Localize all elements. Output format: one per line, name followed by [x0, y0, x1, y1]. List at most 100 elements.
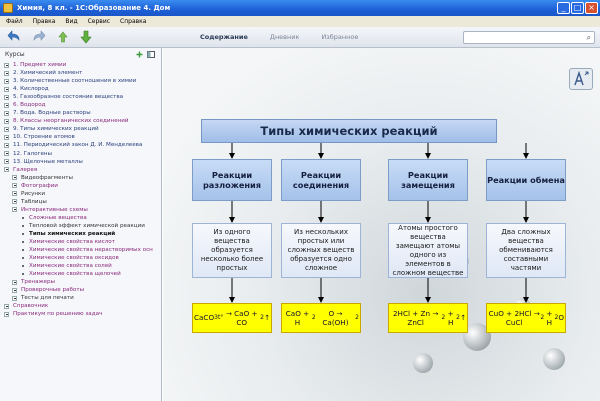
expand-toggle-icon[interactable] [12, 279, 17, 285]
bullet-icon [22, 241, 24, 244]
sidebar-item[interactable]: Химические свойства оксидов [0, 254, 161, 262]
forward-arrow-icon[interactable] [32, 30, 46, 44]
tab-contents[interactable]: Содержание [200, 33, 248, 41]
sidebar-item[interactable]: Видеофрагменты [0, 174, 161, 182]
expand-toggle-icon[interactable] [12, 175, 17, 181]
sidebar-item-label: 13. Щелочные металлы [13, 158, 83, 165]
sidebar-item[interactable]: Тесты для печати [0, 294, 161, 302]
sidebar-item-label: Рисунки [21, 190, 46, 197]
sidebar-item-label: 7. Вода. Водные растворы [13, 110, 91, 117]
green-down-arrow-icon[interactable] [79, 30, 93, 44]
menu-help[interactable]: Справка [120, 18, 146, 25]
sidebar-item[interactable]: 11. Периодический закон Д. И. Менделеева [0, 141, 161, 149]
sidebar-item[interactable]: 1. Предмет химии [0, 61, 161, 69]
sidebar-item[interactable]: 4. Кислород [0, 85, 161, 93]
add-icon[interactable] [136, 51, 143, 58]
menu-edit[interactable]: Правка [33, 18, 56, 25]
expand-toggle-icon[interactable] [4, 78, 9, 84]
sidebar-item[interactable]: 2. Химический элемент [0, 69, 161, 77]
expand-toggle-icon[interactable] [4, 110, 9, 116]
description-decomposition: Из одного вещества образуется несколько … [192, 223, 272, 278]
description-combination: Из нескольких простых или сложных вещест… [281, 223, 361, 278]
expand-toggle-icon[interactable] [4, 102, 9, 108]
sidebar-title: Курсы [5, 51, 25, 58]
title-bar: Химия, 8 кл. - 1С:Образование 4. Дом _ □… [0, 0, 600, 16]
sidebar-item[interactable]: 3. Количественные соотношения в химии [0, 77, 161, 85]
category-exchange: Реакции обмена [486, 159, 566, 201]
expand-toggle-icon[interactable] [4, 62, 9, 68]
sidebar-item[interactable]: 8. Классы неорганических соединений [0, 117, 161, 125]
bullet-icon [22, 249, 24, 252]
search-icon[interactable]: ⌕ [587, 33, 591, 43]
equation-combination: CaO + H2O → Ca(OH) 2 [281, 303, 361, 333]
expand-toggle-icon[interactable] [4, 118, 9, 124]
bullet-icon [22, 257, 24, 260]
menu-file[interactable]: Файл [6, 18, 23, 25]
sidebar-item[interactable]: 7. Вода. Водные растворы [0, 109, 161, 117]
expand-toggle-icon[interactable] [4, 70, 9, 76]
expand-toggle-icon[interactable] [4, 303, 9, 309]
bullet-icon [22, 265, 24, 268]
expand-toggle-icon[interactable] [4, 151, 9, 157]
expand-toggle-icon[interactable] [4, 311, 9, 317]
sidebar-item[interactable]: 12. Галогены [0, 150, 161, 158]
sidebar-item[interactable]: 10. Строение атомов [0, 133, 161, 141]
sidebar-item[interactable]: Тренажеры [0, 278, 161, 286]
panel-toggle-icon[interactable] [147, 51, 155, 58]
expand-toggle-icon[interactable] [12, 287, 17, 293]
expand-toggle-icon[interactable] [12, 199, 17, 205]
expand-toggle-icon[interactable] [12, 207, 17, 213]
up-arrow-icon[interactable] [56, 30, 70, 44]
menu-view[interactable]: Вид [65, 18, 77, 25]
sidebar-item-label: Химические свойства щелочей [29, 271, 121, 278]
tab-favorites[interactable]: Избранное [321, 33, 358, 41]
sidebar-item[interactable]: 5. Газообразное состояние вещества [0, 93, 161, 101]
expand-toggle-icon[interactable] [4, 126, 9, 132]
sidebar-item[interactable]: Фотографии [0, 182, 161, 190]
sidebar-item[interactable]: Тепловой эффект химической реакции [0, 222, 161, 230]
sidebar-item[interactable]: Галерея [0, 166, 161, 174]
sidebar-item-label: Видеофрагменты [21, 174, 73, 181]
sidebar-item[interactable]: 6. Водород [0, 101, 161, 109]
sidebar-item-label: 6. Водород [13, 102, 46, 109]
bullet-icon [22, 224, 24, 227]
expand-toggle-icon[interactable] [4, 94, 9, 100]
expand-toggle-icon[interactable] [4, 167, 9, 173]
maximize-button[interactable]: □ [571, 2, 584, 14]
description-substitution: Атомы простого вещества замещают атомы о… [388, 223, 468, 278]
sidebar-item[interactable]: Химические свойства солей [0, 262, 161, 270]
sidebar-item-label: 10. Строение атомов [13, 134, 75, 141]
sidebar-item[interactable]: Химические свойства щелочей [0, 270, 161, 278]
tab-diary[interactable]: Дневник [270, 33, 300, 41]
sidebar-item[interactable]: 9. Типы химических реакций [0, 125, 161, 133]
expand-toggle-icon[interactable] [12, 191, 17, 197]
expand-toggle-icon[interactable] [12, 295, 17, 301]
expand-toggle-icon[interactable] [4, 134, 9, 140]
sidebar: Курсы 1. Предмет химии 2. Химический элем… [0, 48, 162, 401]
search-input[interactable]: ⌕ [463, 31, 595, 44]
expand-toggle-icon[interactable] [4, 142, 9, 148]
sidebar-item[interactable]: Справочник [0, 302, 161, 310]
sidebar-item-label: Химические свойства солей [29, 263, 112, 270]
sidebar-item[interactable]: Таблицы [0, 198, 161, 206]
sidebar-item[interactable]: Химические свойства кислот [0, 238, 161, 246]
equation-substitution: 2HCl + Zn → ZnCl 2 + H 2 ↑ [388, 303, 468, 333]
sidebar-item[interactable]: 13. Щелочные металлы [0, 158, 161, 166]
sidebar-item-label: 4. Кислород [13, 86, 49, 93]
close-button[interactable]: × [585, 2, 598, 14]
expand-toggle-icon[interactable] [12, 183, 17, 189]
sidebar-item-label: Интерактивные схемы [21, 206, 88, 213]
sidebar-item[interactable]: Химические свойства нерастворимых осн [0, 246, 161, 254]
sidebar-item[interactable]: Сложные вещества [0, 214, 161, 222]
sidebar-item[interactable]: Типы химических реакций [0, 230, 161, 238]
sidebar-item[interactable]: Проверочные работы [0, 286, 161, 294]
sidebar-item[interactable]: Практикум по решению задач [0, 310, 161, 318]
back-arrow-icon[interactable] [7, 30, 21, 44]
sidebar-item[interactable]: Интерактивные схемы [0, 206, 161, 214]
menu-service[interactable]: Сервис [88, 18, 110, 25]
expand-toggle-icon[interactable] [4, 86, 9, 92]
minimize-button[interactable]: _ [557, 2, 570, 14]
sidebar-item[interactable]: Рисунки [0, 190, 161, 198]
expand-toggle-icon[interactable] [4, 159, 9, 165]
sidebar-item-label: Тренажеры [21, 279, 55, 286]
